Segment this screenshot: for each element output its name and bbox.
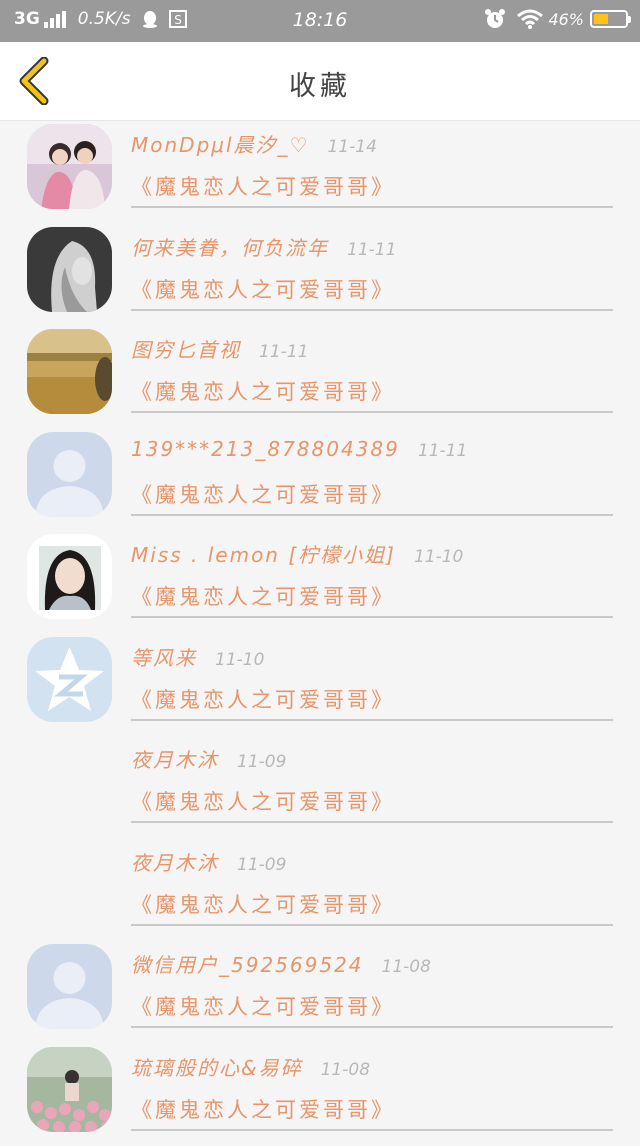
user-name[interactable]: Miss . lemon [柠檬小姐]	[131, 543, 396, 567]
book-title[interactable]: 《魔鬼恋人之可爱哥哥》	[131, 991, 395, 1021]
avatar[interactable]	[27, 944, 112, 1029]
divider	[131, 1129, 613, 1131]
user-name[interactable]: 微信用户_592569524	[131, 953, 364, 977]
divider	[131, 616, 613, 618]
divider	[131, 514, 613, 516]
favorite-date: 11-11	[418, 441, 467, 461]
avatar[interactable]	[27, 534, 112, 619]
favorite-date: 11-09	[237, 855, 286, 875]
book-title[interactable]: 《魔鬼恋人之可爱哥哥》	[131, 889, 395, 919]
divider	[131, 1026, 613, 1028]
status-bar: 3G 0.5K/s S 18:16 46%	[0, 0, 640, 42]
user-name[interactable]: 何来美眷，何负流年	[131, 236, 329, 260]
divider	[131, 924, 613, 926]
list-item[interactable]: 139***213_878804389 11-11 《魔鬼恋人之可爱哥哥》	[0, 429, 640, 532]
avatar[interactable]	[27, 227, 112, 312]
divider	[131, 719, 613, 721]
avatar[interactable]	[27, 432, 112, 517]
divider	[131, 206, 613, 208]
book-title[interactable]: 《魔鬼恋人之可爱哥哥》	[131, 171, 395, 201]
user-info: 夜月木沐 11-09	[131, 847, 286, 876]
book-title[interactable]: 《魔鬼恋人之可爱哥哥》	[131, 684, 395, 714]
alarm-icon	[484, 8, 506, 30]
list-item[interactable]: 等风来 11-10 《魔鬼恋人之可爱哥哥》	[0, 634, 640, 737]
list-item[interactable]: 夜月木沐 11-09 《魔鬼恋人之可爱哥哥》	[0, 736, 640, 839]
user-info: 等风来 11-10	[131, 642, 264, 671]
user-info: 139***213_878804389 11-11	[131, 437, 467, 461]
app-header: 收藏	[0, 42, 640, 121]
book-title[interactable]: 《魔鬼恋人之可爱哥哥》	[131, 376, 395, 406]
status-right: 46%	[484, 8, 628, 30]
avatar[interactable]	[27, 637, 112, 722]
avatar[interactable]	[27, 1047, 112, 1132]
favorite-date: 11-11	[259, 342, 308, 362]
user-name[interactable]: 夜月木沐	[131, 851, 219, 875]
favorite-date: 11-10	[215, 650, 264, 670]
avatar[interactable]	[27, 124, 112, 209]
list-item[interactable]: MonDpμl晨汐_♡ 11-14 《魔鬼恋人之可爱哥哥》	[0, 121, 640, 224]
book-title[interactable]: 《魔鬼恋人之可爱哥哥》	[131, 274, 395, 304]
list-item[interactable]: 图穷匕首视 11-11 《魔鬼恋人之可爱哥哥》	[0, 326, 640, 429]
user-name[interactable]: 夜月木沐	[131, 748, 219, 772]
user-info: 图穷匕首视 11-11	[131, 334, 308, 363]
favorite-date: 11-08	[382, 957, 431, 977]
battery-level	[594, 14, 608, 24]
divider	[131, 821, 613, 823]
favorite-date: 11-11	[347, 240, 396, 260]
divider	[131, 411, 613, 413]
favorites-list: MonDpμl晨汐_♡ 11-14 《魔鬼恋人之可爱哥哥》 何来美眷，何负流年 11-…	[0, 121, 640, 1146]
book-title[interactable]: 《魔鬼恋人之可爱哥哥》	[131, 786, 395, 816]
favorite-date: 11-08	[321, 1060, 370, 1080]
list-item[interactable]: 夜月木沐 11-09 《魔鬼恋人之可爱哥哥》	[0, 839, 640, 942]
user-name[interactable]: 图穷匕首视	[131, 338, 241, 362]
list-item[interactable]: 琉璃般的心&易碎 11-08 《魔鬼恋人之可爱哥哥》	[0, 1044, 640, 1146]
list-item[interactable]: Miss . lemon [柠檬小姐] 11-10 《魔鬼恋人之可爱哥哥》	[0, 531, 640, 634]
user-info: 琉璃般的心&易碎 11-08	[131, 1052, 370, 1081]
book-title[interactable]: 《魔鬼恋人之可爱哥哥》	[131, 581, 395, 611]
user-name[interactable]: 琉璃般的心&易碎	[131, 1056, 303, 1080]
book-title[interactable]: 《魔鬼恋人之可爱哥哥》	[131, 1094, 395, 1124]
wifi-icon	[516, 8, 544, 30]
list-item[interactable]: 微信用户_592569524 11-08 《魔鬼恋人之可爱哥哥》	[0, 941, 640, 1044]
battery-icon	[590, 10, 628, 28]
favorite-date: 11-14	[327, 137, 376, 157]
favorite-date: 11-09	[237, 752, 286, 772]
user-name[interactable]: MonDpμl晨汐_♡	[131, 133, 309, 157]
user-name[interactable]: 139***213_878804389	[131, 437, 400, 461]
avatar[interactable]	[27, 329, 112, 414]
page-title: 收藏	[0, 64, 640, 103]
user-info: 何来美眷，何负流年 11-11	[131, 232, 396, 261]
list-item[interactable]: 何来美眷，何负流年 11-11 《魔鬼恋人之可爱哥哥》	[0, 224, 640, 327]
user-info: Miss . lemon [柠檬小姐] 11-10	[131, 539, 463, 568]
favorite-date: 11-10	[414, 547, 463, 567]
book-title[interactable]: 《魔鬼恋人之可爱哥哥》	[131, 479, 395, 509]
user-name[interactable]: 等风来	[131, 646, 197, 670]
divider	[131, 309, 613, 311]
user-info: 夜月木沐 11-09	[131, 744, 286, 773]
user-info: MonDpμl晨汐_♡ 11-14	[131, 129, 377, 158]
battery-percent: 46%	[548, 10, 584, 29]
user-info: 微信用户_592569524 11-08	[131, 949, 431, 978]
